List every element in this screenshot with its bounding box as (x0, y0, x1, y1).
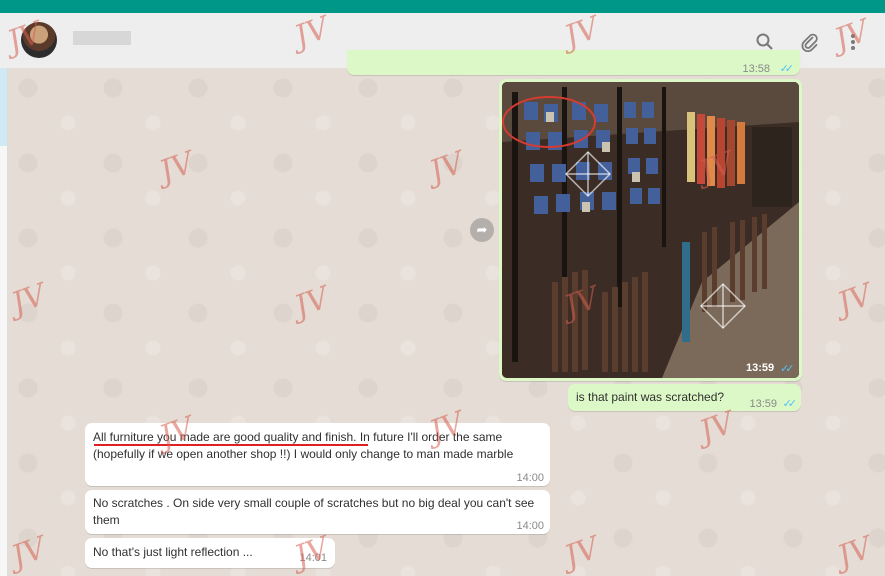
message-time: 14:00 (516, 520, 544, 532)
message-bubble-incoming: No that's just light reflection ... 14:0… (85, 538, 335, 568)
message-text: No that's just light reflection ... (93, 545, 253, 559)
contact-avatar[interactable] (21, 22, 57, 58)
message-bubble-incoming: No scratches . On side very small couple… (85, 490, 550, 534)
message-text: No scratches . On side very small couple… (93, 496, 535, 527)
read-ticks-icon: ✓✓ (779, 63, 795, 75)
message-time: 13:58 (742, 63, 770, 75)
paperclip-icon[interactable] (800, 32, 820, 52)
app-top-bar (0, 0, 885, 13)
message-bubble-outgoing: is that paint was scratched? 13:59 ✓✓ (568, 384, 801, 411)
menu-icon[interactable] (845, 32, 861, 52)
selected-chat-highlight (0, 68, 7, 146)
image-time: 13:59 (746, 362, 775, 374)
message-text: is that paint was scratched? (576, 390, 725, 404)
red-underline-annotation (94, 444, 368, 446)
message-bubble-partial: 13:58 ✓✓ (347, 50, 800, 75)
left-panel-edge (0, 68, 8, 576)
read-ticks-icon: ✓✓ (780, 363, 795, 375)
message-text: All furniture you made are good quality … (93, 430, 514, 461)
message-bubble-incoming: All furniture you made are good quality … (85, 423, 550, 486)
read-ticks-icon: ✓✓ (782, 398, 798, 410)
contact-name[interactable] (73, 31, 131, 45)
search-icon[interactable] (755, 32, 775, 52)
forward-icon[interactable]: ➦ (470, 218, 494, 242)
message-time: 14:01 (299, 552, 327, 564)
shop-display-photo[interactable] (502, 82, 799, 378)
message-time: 14:00 (516, 472, 544, 484)
message-time: 13:59 (749, 398, 777, 410)
